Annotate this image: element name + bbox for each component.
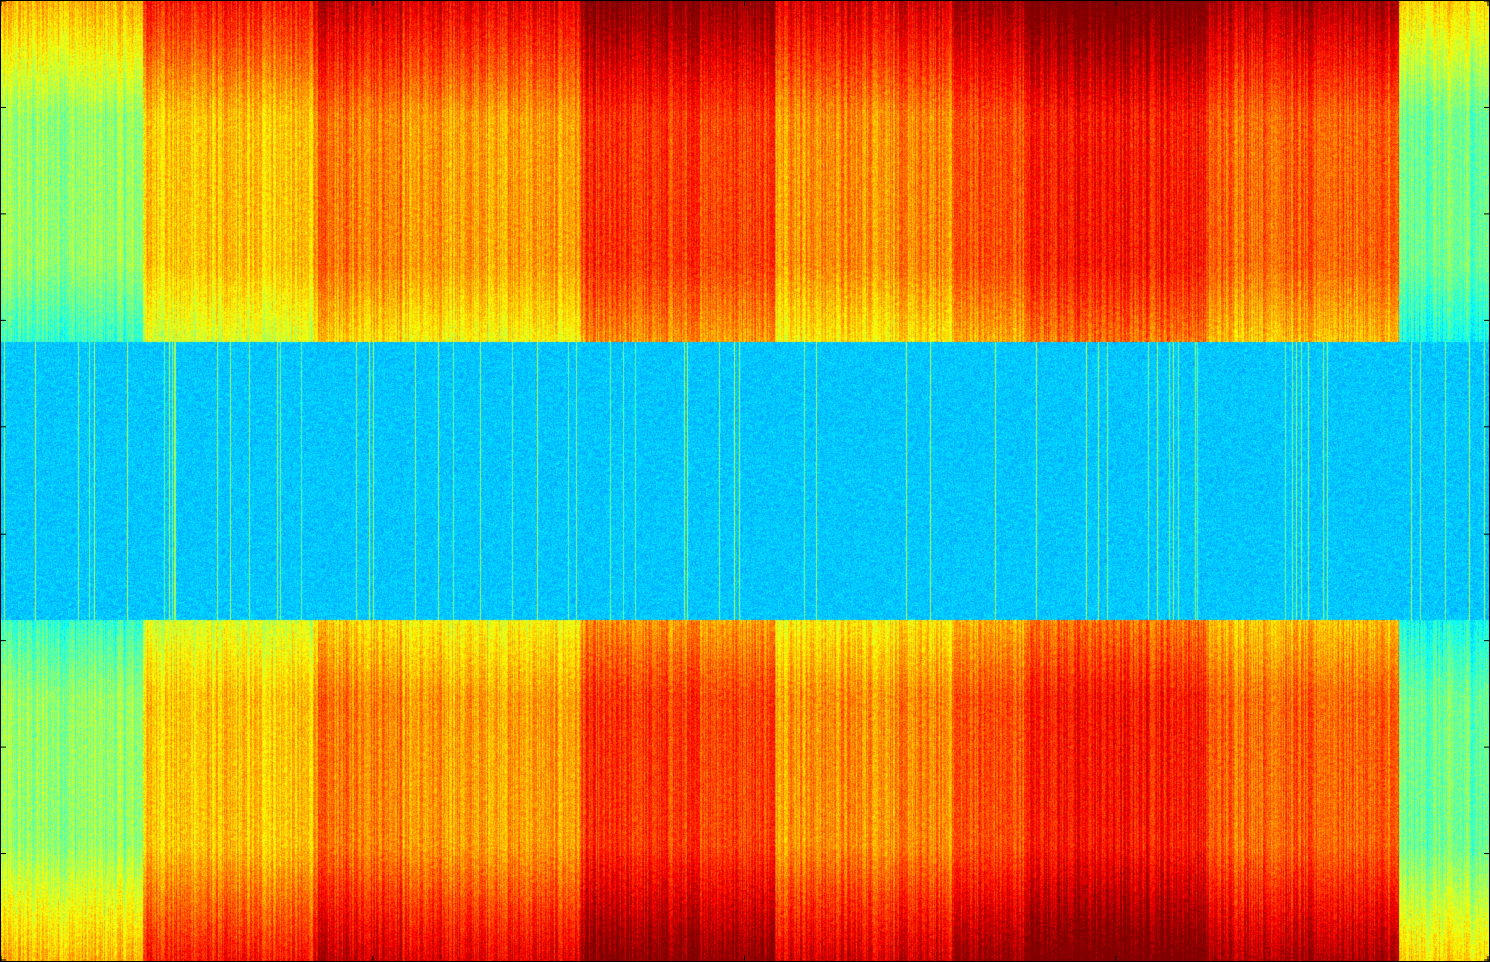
spectrogram-plot <box>0 0 1490 962</box>
heatmap-image <box>1 1 1489 961</box>
